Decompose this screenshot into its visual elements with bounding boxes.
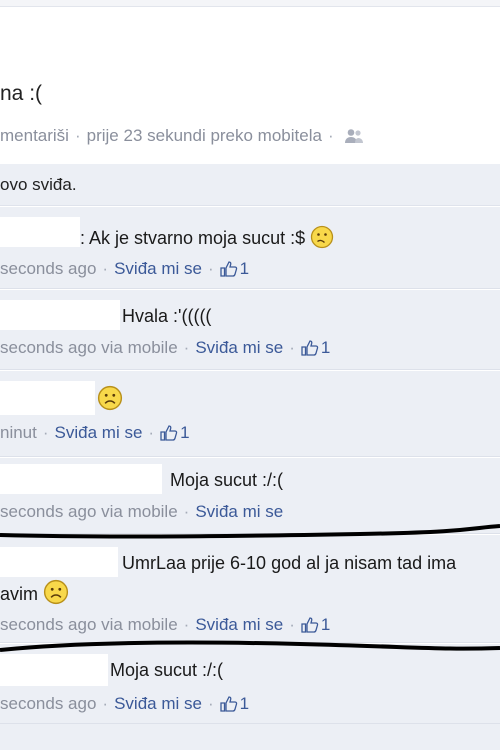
comment-text: Moja sucut :/:( [110,660,224,680]
thumbs-up-icon [219,261,238,282]
confused-emoticon [310,225,334,254]
separator: · [327,126,334,145]
comment-item: Moja sucut :/:( seconds ago via mobile · S… [0,458,500,534]
redacted-avatar [8,22,56,58]
like-link[interactable]: Sviđa mi se [195,615,283,634]
comment-time: seconds ago [0,694,97,713]
comment-text: Hvala :'((((( [122,306,212,326]
frown-emoticon [97,385,123,416]
redacted-name [0,381,95,415]
like-count[interactable]: 1 [321,338,330,357]
thumbs-up-icon [160,425,178,446]
comment-item: ninut · Sviđa mi se · 1 [0,371,500,457]
comment-link[interactable]: mentariši [0,126,69,145]
comment-text-line2: avim [0,579,69,610]
people-icon[interactable] [344,128,364,149]
post-text: na :( [0,82,43,105]
like-count[interactable]: 1 [180,423,189,442]
comment-time: seconds ago via mobile [0,615,178,634]
comment-time: seconds ago via mobile [0,502,178,521]
comment-meta: seconds ago via mobile · Sviđa mi se · 1 [0,338,330,361]
like-link[interactable]: Sviđa mi se [195,338,283,357]
redacted-name [0,464,162,494]
comment-text: Moja sucut :/:( [170,470,284,490]
comment-item: UmrLaa prije 6-10 god al ja nisam tad im… [0,535,500,643]
like-link[interactable]: Sviđa mi se [114,259,202,278]
redacted-name [0,217,80,247]
redacted-name [0,547,118,577]
likes-row: ovo sviđa. [0,164,500,206]
like-link[interactable]: Sviđa mi se [114,694,202,713]
separator: · [74,126,81,145]
comment-meta: seconds ago · Sviđa mi se · 1 [0,259,249,282]
likes-text: ovo sviđa. [0,175,77,194]
like-count[interactable]: 1 [321,615,330,634]
comment-item: : Ak je stvarno moja sucut :$ seconds ag… [0,207,500,289]
comment-item: Hvala :'((((( seconds ago via mobile · Svi… [0,290,500,370]
comment-time: seconds ago via mobile [0,338,178,357]
comment-time: ninut [0,423,37,442]
comment-text: : Ak je stvarno moja sucut :$ [80,225,334,254]
thumbs-up-icon [219,696,238,717]
post-meta: mentariši · prije 23 sekundi preko mobitel… [0,126,364,149]
thumbs-up-icon [301,617,319,638]
comment-text [97,385,123,416]
redacted-name [0,654,108,686]
comment-time: seconds ago [0,259,97,278]
redacted-name [0,300,120,330]
comment-text: UmrLaa prije 6-10 god al ja nisam tad im… [122,553,457,573]
comment-meta: seconds ago · Sviđa mi se · 1 [0,694,249,717]
like-count[interactable]: 1 [240,259,249,278]
thumbs-up-icon [301,340,319,361]
comment-item: Moja sucut :/:( seconds ago · Sviđa mi se ·… [0,644,500,724]
post-time: prije 23 sekundi preko mobitela [86,126,322,145]
frown-emoticon [43,579,69,610]
like-link[interactable]: Sviđa mi se [55,423,143,442]
like-link[interactable]: Sviđa mi se [195,502,283,521]
comment-meta: ninut · Sviđa mi se · 1 [0,423,190,446]
footer-strip [0,724,500,750]
top-border [0,0,500,7]
comment-meta: seconds ago via mobile · Sviđa mi se [0,502,284,521]
comment-meta: seconds ago via mobile · Sviđa mi se · 1 [0,615,330,638]
like-count[interactable]: 1 [240,694,249,713]
